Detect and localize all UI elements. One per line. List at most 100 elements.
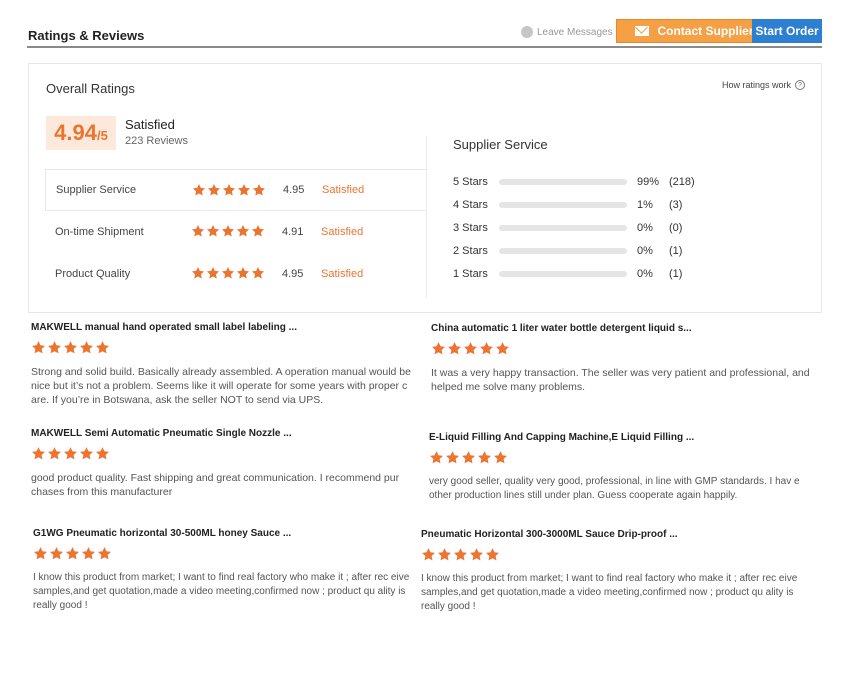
- star-icon: [479, 341, 494, 356]
- star-icon: [447, 341, 462, 356]
- star-icon: [429, 450, 444, 465]
- contact-supplier-button[interactable]: Contact Supplier: [616, 19, 773, 43]
- distribution-count: (0): [669, 222, 683, 234]
- supplier-service-title: Supplier Service: [453, 137, 548, 152]
- review-product-title[interactable]: MAKWELL manual hand operated small label…: [31, 322, 421, 333]
- review-text: Strong and solid build. Basically alread…: [31, 366, 411, 406]
- star-icon: [445, 450, 460, 465]
- star-icon: [236, 266, 250, 280]
- review-stars: [33, 546, 112, 561]
- star-icon: [206, 224, 220, 238]
- distribution-bar: [499, 202, 627, 208]
- review-card[interactable]: E-Liquid Filling And Capping Machine,E L…: [429, 432, 819, 503]
- rating-status: Satisfied: [322, 184, 365, 196]
- ratings-header: Ratings & Reviews Leave Messages Contact…: [27, 18, 822, 48]
- review-text: I know this product from market; I want …: [421, 573, 798, 612]
- review-stars: [31, 340, 110, 355]
- chat-icon: [521, 26, 533, 38]
- star-icon: [33, 546, 48, 561]
- star-icon: [431, 341, 446, 356]
- rating-score: 4.95: [283, 184, 305, 196]
- star-icon: [252, 183, 266, 197]
- how-ratings-work-link[interactable]: How ratings work ?: [722, 80, 805, 90]
- star-icon: [47, 446, 62, 461]
- review-text: I know this product from market; I want …: [33, 572, 410, 611]
- review-card[interactable]: MAKWELL manual hand operated small label…: [31, 322, 421, 407]
- review-card[interactable]: China automatic 1 liter water bottle det…: [431, 323, 821, 394]
- help-icon: ?: [795, 80, 805, 90]
- star-level-label: 4 Stars: [453, 199, 488, 211]
- rating-row-product-quality[interactable]: Product Quality 4.95 Satisfied: [45, 253, 426, 295]
- star-icon: [79, 340, 94, 355]
- review-text: very good seller, quality very good, pro…: [429, 476, 800, 501]
- rating-stars: [192, 183, 266, 197]
- mail-icon: [635, 26, 650, 36]
- overall-score-badge: 4.94 /5: [46, 116, 116, 150]
- review-product-title[interactable]: E-Liquid Filling And Capping Machine,E L…: [429, 432, 819, 443]
- star-distribution-row: 1 Stars 0% (1): [453, 267, 713, 281]
- star-icon: [421, 547, 436, 562]
- leave-messages-link[interactable]: Leave Messages: [521, 26, 613, 38]
- rating-label: On-time Shipment: [55, 226, 144, 238]
- review-product-title[interactable]: Pneumatic Horizontal 300-3000ML Sauce Dr…: [421, 529, 811, 540]
- star-icon: [237, 183, 251, 197]
- star-icon: [49, 546, 64, 561]
- star-icon: [31, 446, 46, 461]
- review-stars: [429, 450, 508, 465]
- start-order-button[interactable]: Start Order: [752, 19, 822, 43]
- leave-messages-label: Leave Messages: [537, 26, 613, 38]
- star-icon: [191, 266, 205, 280]
- contact-supplier-label: Contact Supplier: [657, 24, 754, 38]
- overall-score: 4.94: [54, 120, 97, 145]
- overall-status: Satisfied: [125, 117, 175, 132]
- star-icon: [207, 183, 221, 197]
- star-icon: [485, 547, 500, 562]
- star-icon: [251, 224, 265, 238]
- review-stars: [421, 547, 500, 562]
- panel-divider: [426, 136, 427, 298]
- review-product-title[interactable]: China automatic 1 liter water bottle det…: [431, 323, 821, 334]
- star-icon: [493, 450, 508, 465]
- review-text: good product quality. Fast shipping and …: [31, 472, 400, 498]
- star-icon: [495, 341, 510, 356]
- star-icon: [63, 340, 78, 355]
- star-level-label: 1 Stars: [453, 268, 488, 280]
- star-icon: [79, 446, 94, 461]
- star-level-label: 2 Stars: [453, 245, 488, 257]
- rating-row-supplier-service[interactable]: Supplier Service 4.95 Satisfied: [45, 169, 426, 211]
- review-card[interactable]: G1WG Pneumatic horizontal 30-500ML honey…: [33, 528, 423, 613]
- how-ratings-work-label: How ratings work: [721, 80, 791, 90]
- star-icon: [221, 266, 235, 280]
- review-count: 223 Reviews: [125, 135, 188, 147]
- distribution-count: (1): [669, 245, 683, 257]
- star-icon: [453, 547, 468, 562]
- rating-stars: [191, 266, 265, 280]
- distribution-bar: [499, 271, 627, 277]
- star-level-label: 5 Stars: [453, 176, 488, 188]
- distribution-bar: [499, 248, 627, 254]
- star-icon: [469, 547, 484, 562]
- star-distribution-row: 2 Stars 0% (1): [453, 244, 713, 258]
- review-card[interactable]: Pneumatic Horizontal 300-3000ML Sauce Dr…: [421, 529, 811, 614]
- star-level-label: 3 Stars: [453, 222, 488, 234]
- star-icon: [81, 546, 96, 561]
- rating-row-on-time-shipment[interactable]: On-time Shipment 4.91 Satisfied: [45, 211, 426, 253]
- star-icon: [47, 340, 62, 355]
- review-product-title[interactable]: MAKWELL Semi Automatic Pneumatic Single …: [31, 428, 421, 439]
- rating-status: Satisfied: [321, 268, 364, 280]
- star-icon: [206, 266, 220, 280]
- rating-stars: [191, 224, 265, 238]
- star-icon: [65, 546, 80, 561]
- overall-ratings-panel: Overall Ratings How ratings work ? 4.94 …: [28, 63, 822, 313]
- review-card[interactable]: MAKWELL Semi Automatic Pneumatic Single …: [31, 428, 421, 499]
- start-order-label: Start Order: [755, 24, 819, 38]
- distribution-percent: 0%: [637, 222, 653, 234]
- overall-ratings-title: Overall Ratings: [46, 81, 135, 96]
- star-icon: [192, 183, 206, 197]
- review-stars: [431, 341, 510, 356]
- review-product-title[interactable]: G1WG Pneumatic horizontal 30-500ML honey…: [33, 528, 423, 539]
- star-icon: [236, 224, 250, 238]
- star-icon: [97, 546, 112, 561]
- distribution-count: (218): [669, 176, 695, 188]
- star-distribution-row: 3 Stars 0% (0): [453, 221, 713, 235]
